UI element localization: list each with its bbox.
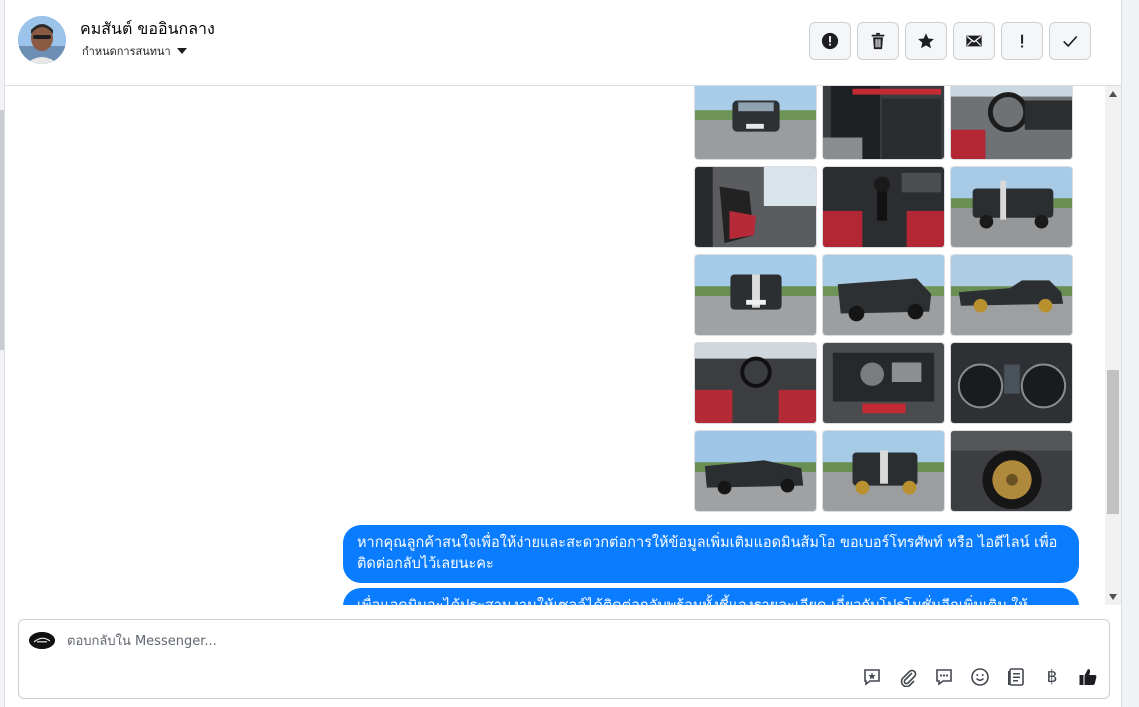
car-photo-front-seats[interactable]	[694, 166, 817, 248]
composer-toolbar: ฿	[861, 666, 1099, 688]
catalog-icon[interactable]	[1005, 666, 1027, 688]
payment-baht-icon[interactable]: ฿	[1041, 666, 1063, 688]
assign-conversation[interactable]: กำหนดการสนทนา	[82, 42, 187, 60]
scroll-up-arrow-icon[interactable]	[1109, 91, 1117, 97]
photo-grid	[694, 86, 1073, 512]
star-icon	[918, 33, 934, 49]
follow-up-button[interactable]	[1001, 22, 1043, 60]
message-bubble: เพื่อแอดมินจะได้ประสานงานให้เซลล์ได้ติดต…	[343, 588, 1079, 605]
conversation-header: คมสันต์ ขออินกลาง กำหนดการสนทนา	[5, 0, 1121, 86]
car-photo-door[interactable]	[822, 86, 945, 160]
car-photo-cabin[interactable]	[694, 342, 817, 424]
emoji-icon[interactable]	[969, 666, 991, 688]
message-list[interactable]: หากคุณลูกค้าสนใจเพื่อให้ง่ายและสะดวกต่อก…	[5, 86, 1105, 605]
car-photo-gear-shift[interactable]	[822, 166, 945, 248]
car-photo-side[interactable]	[950, 254, 1073, 336]
scrollbar-thumb[interactable]	[1107, 370, 1119, 514]
exclamation-icon	[1021, 34, 1024, 48]
saved-reply-icon[interactable]	[861, 666, 883, 688]
message-scrollbar[interactable]	[1105, 86, 1121, 605]
delete-button[interactable]	[857, 22, 899, 60]
mark-spam-button[interactable]	[809, 22, 851, 60]
assign-label: กำหนดการสนทนา	[82, 45, 171, 58]
car-photo-front[interactable]	[694, 86, 817, 160]
header-actions	[809, 22, 1091, 60]
checkmark-icon	[1063, 35, 1078, 48]
reply-input[interactable]	[67, 630, 967, 652]
car-photo-front-angle[interactable]	[822, 254, 945, 336]
car-photo-rear-palm[interactable]	[822, 430, 945, 512]
car-photo-gauges[interactable]	[950, 342, 1073, 424]
attachment-icon[interactable]	[897, 666, 919, 688]
message-bubble: หากคุณลูกค้าสนใจเพื่อให้ง่ายและสะดวกต่อก…	[343, 525, 1079, 583]
alert-circle-icon	[821, 32, 839, 50]
car-photo-dashboard[interactable]	[950, 86, 1073, 160]
star-button[interactable]	[905, 22, 947, 60]
mark-done-button[interactable]	[1049, 22, 1091, 60]
car-photo-engine[interactable]	[822, 342, 945, 424]
quick-reply-icon[interactable]	[933, 666, 955, 688]
car-photo-front-low[interactable]	[694, 430, 817, 512]
contact-name: คมสันต์ ขออินกลาง	[80, 19, 215, 38]
conversation-panel: คมสันต์ ขออินกลาง กำหนดการสนทนา หากคุณลู…	[4, 0, 1122, 707]
car-photo-rear[interactable]	[694, 254, 817, 336]
car-photo-wheel[interactable]	[950, 430, 1073, 512]
car-photo-rear-angle[interactable]	[950, 166, 1073, 248]
mark-unread-button[interactable]	[953, 22, 995, 60]
scroll-down-arrow-icon[interactable]	[1109, 594, 1117, 600]
reply-composer: ฿	[18, 619, 1110, 699]
trash-icon	[871, 32, 885, 50]
envelope-icon	[966, 35, 982, 47]
page-logo-icon	[29, 632, 55, 649]
avatar[interactable]	[18, 16, 66, 64]
thumbs-up-icon[interactable]	[1077, 666, 1099, 688]
caret-down-icon[interactable]	[176, 48, 187, 54]
